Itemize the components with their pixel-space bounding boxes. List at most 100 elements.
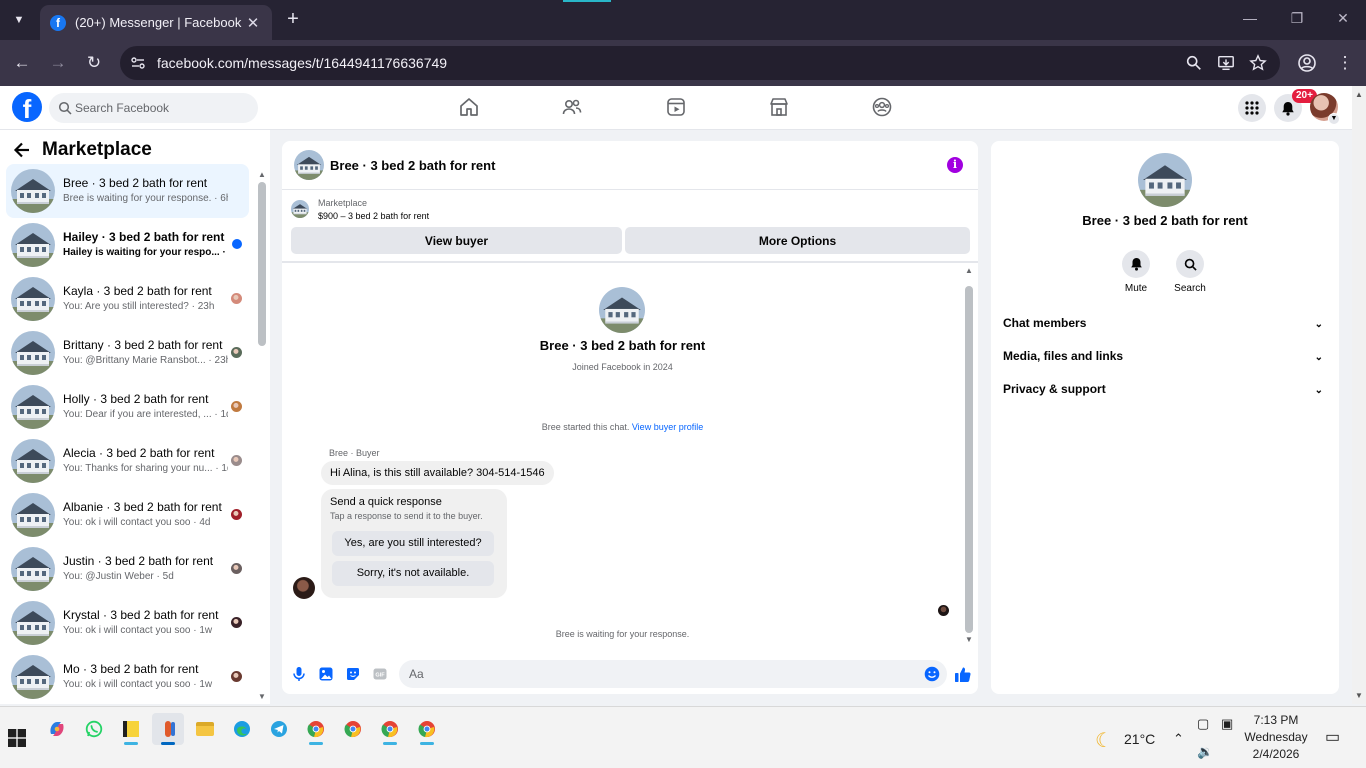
sender-avatar[interactable] <box>293 577 315 599</box>
bookmark-star-icon[interactable] <box>1248 54 1268 72</box>
friends-icon[interactable] <box>561 96 583 118</box>
chat-window: Bree · 3 bed 2 bath for rent i Marketpla… <box>282 141 978 694</box>
back-arrow-icon[interactable]: ← <box>10 51 34 75</box>
page-scrollbar[interactable]: ▲ ▼ <box>1352 86 1366 704</box>
chat-scrollbar[interactable] <box>965 286 973 633</box>
chrome-app-icon[interactable] <box>300 713 332 745</box>
search-icon[interactable] <box>1176 250 1204 278</box>
more-options-button[interactable]: More Options <box>625 227 970 254</box>
conversation-item[interactable]: Alecia · 3 bed 2 bath for rent You: Thank… <box>6 434 249 488</box>
conversation-item[interactable]: Krystal · 3 bed 2 bath for rent You: ok i… <box>6 596 249 650</box>
site-settings-icon[interactable] <box>130 55 146 71</box>
edge-app-icon[interactable] <box>226 713 258 745</box>
conversation-item[interactable]: Brittany · 3 bed 2 bath for rent You: @Br… <box>6 326 249 380</box>
minimize-icon[interactable]: — <box>1240 10 1260 26</box>
telegram-app-icon[interactable] <box>263 713 295 745</box>
details-avatar[interactable] <box>1138 153 1192 207</box>
chat-scroll-down-icon[interactable]: ▼ <box>965 635 973 644</box>
account-chevron-icon[interactable]: ▼ <box>1328 113 1340 125</box>
svg-text:GIF: GIF <box>375 673 385 679</box>
page-scroll-down-icon[interactable]: ▼ <box>1355 691 1363 700</box>
mute-bell-icon[interactable] <box>1122 250 1150 278</box>
copilot-app-icon[interactable] <box>41 713 73 745</box>
notification-center-icon[interactable]: ▭ <box>1325 727 1340 747</box>
system-clock[interactable]: 7:13 PM Wednesday 2/4/2026 <box>1232 712 1320 763</box>
emoji-icon[interactable] <box>924 666 940 682</box>
tray-chevron-up-icon[interactable]: ⌃ <box>1173 731 1184 747</box>
home-icon[interactable] <box>458 96 480 118</box>
reload-icon[interactable]: ↻ <box>82 51 106 75</box>
quick-response-option[interactable]: Yes, are you still interested? <box>332 531 494 556</box>
mute-button[interactable]: Mute <box>1116 250 1156 294</box>
message-bubble[interactable]: Hi Alina, is this still available? 304-5… <box>321 461 554 485</box>
conversation-item[interactable]: Albanie · 3 bed 2 bath for rent You: ok i… <box>6 488 249 542</box>
volume-icon[interactable]: 🔉 <box>1197 744 1213 760</box>
listing-thumbnail[interactable] <box>291 200 309 218</box>
active-app-icon[interactable] <box>152 713 184 745</box>
tab-search-chevron-icon[interactable]: ▼ <box>6 7 32 33</box>
thumbs-up-icon[interactable] <box>954 666 971 683</box>
view-buyer-button[interactable]: View buyer <box>291 227 622 254</box>
browser-tab[interactable]: f (20+) Messenger | Facebook ✕ <box>40 5 272 40</box>
meet-now-icon[interactable]: ▢ <box>1197 716 1209 732</box>
whatsapp-app-icon[interactable] <box>78 713 110 745</box>
listing-title[interactable]: $900 – 3 bed 2 bath for rent <box>318 211 429 221</box>
profile-icon[interactable] <box>1296 52 1318 74</box>
gif-icon[interactable]: GIF <box>372 666 388 682</box>
chrome-app-icon[interactable] <box>411 713 443 745</box>
sticky-notes-app-icon[interactable] <box>115 713 147 745</box>
media-files-links-section[interactable]: Media, files and links ⌄ <box>1003 349 1329 371</box>
facebook-logo-icon[interactable]: f <box>12 92 42 122</box>
back-arrow-icon[interactable] <box>12 140 32 160</box>
marketplace-icon[interactable] <box>768 96 790 118</box>
moon-weather-icon[interactable]: ☾ <box>1095 728 1117 752</box>
privacy-support-section[interactable]: Privacy & support ⌄ <box>1003 382 1329 404</box>
address-bar[interactable]: facebook.com/messages/t/1644941176636749 <box>120 46 1280 80</box>
chat-avatar[interactable] <box>294 150 324 180</box>
sticker-icon[interactable] <box>345 666 361 682</box>
window-close-icon[interactable]: ✕ <box>1333 10 1353 27</box>
conversation-item[interactable]: Holly · 3 bed 2 bath for rent You: Dear i… <box>6 380 249 434</box>
video-icon[interactable] <box>665 96 687 118</box>
photo-icon[interactable] <box>318 666 334 682</box>
page-scroll-up-icon[interactable]: ▲ <box>1355 90 1363 99</box>
conversation-list-scrollbar[interactable] <box>258 182 266 346</box>
quick-response-option[interactable]: Sorry, it's not available. <box>332 561 494 586</box>
install-app-icon[interactable] <box>1216 54 1236 72</box>
browser-menu-icon[interactable]: ⋮ <box>1334 52 1356 74</box>
windows-start-icon[interactable] <box>8 729 26 747</box>
menu-grid-icon[interactable] <box>1238 94 1266 122</box>
new-tab-plus-icon[interactable]: + <box>282 8 304 30</box>
conversation-item[interactable]: Bree · 3 bed 2 bath for rent Bree is wait… <box>6 164 249 218</box>
search-in-chat-button[interactable]: Search <box>1170 250 1210 294</box>
chrome-app-icon[interactable] <box>374 713 406 745</box>
scroll-up-arrow-icon[interactable]: ▲ <box>258 170 266 179</box>
view-buyer-profile-link[interactable]: View buyer profile <box>632 422 703 432</box>
chat-title[interactable]: Bree · 3 bed 2 bath for rent <box>330 158 495 173</box>
message-input[interactable] <box>409 660 909 688</box>
file-explorer-app-icon[interactable] <box>189 713 221 745</box>
chrome-app-icon[interactable] <box>337 713 369 745</box>
chat-scroll-up-icon[interactable]: ▲ <box>965 266 973 275</box>
scroll-down-arrow-icon[interactable]: ▼ <box>258 692 266 701</box>
info-icon[interactable]: i <box>947 157 963 173</box>
restore-icon[interactable]: ❐ <box>1287 10 1307 27</box>
zoom-icon[interactable] <box>1184 54 1204 72</box>
conversation-item[interactable]: Kayla · 3 bed 2 bath for rent You: Are yo… <box>6 272 249 326</box>
microphone-icon[interactable] <box>291 666 307 682</box>
weather-temperature[interactable]: 21°C <box>1124 731 1155 747</box>
chat-members-section[interactable]: Chat members ⌄ <box>1003 316 1329 338</box>
quick-response-subtitle: Tap a response to send it to the buyer. <box>330 511 483 521</box>
message-input-box[interactable] <box>399 660 947 688</box>
search-box[interactable] <box>49 93 258 123</box>
panel-title: Marketplace <box>42 139 152 160</box>
conversation-item[interactable]: Hailey · 3 bed 2 bath for rent Hailey is … <box>6 218 249 272</box>
conversation-item[interactable]: Justin · 3 bed 2 bath for rent You: @Just… <box>6 542 249 596</box>
forward-arrow-icon[interactable]: → <box>46 51 70 75</box>
groups-icon[interactable] <box>871 96 893 118</box>
tab-close-icon[interactable]: ✕ <box>244 14 262 32</box>
conversation-item[interactable]: Mo · 3 bed 2 bath for rent You: ok i will… <box>6 650 249 704</box>
search-input[interactable] <box>75 93 251 123</box>
url-text[interactable]: facebook.com/messages/t/1644941176636749 <box>157 55 447 71</box>
buyer-avatar[interactable] <box>599 287 645 333</box>
